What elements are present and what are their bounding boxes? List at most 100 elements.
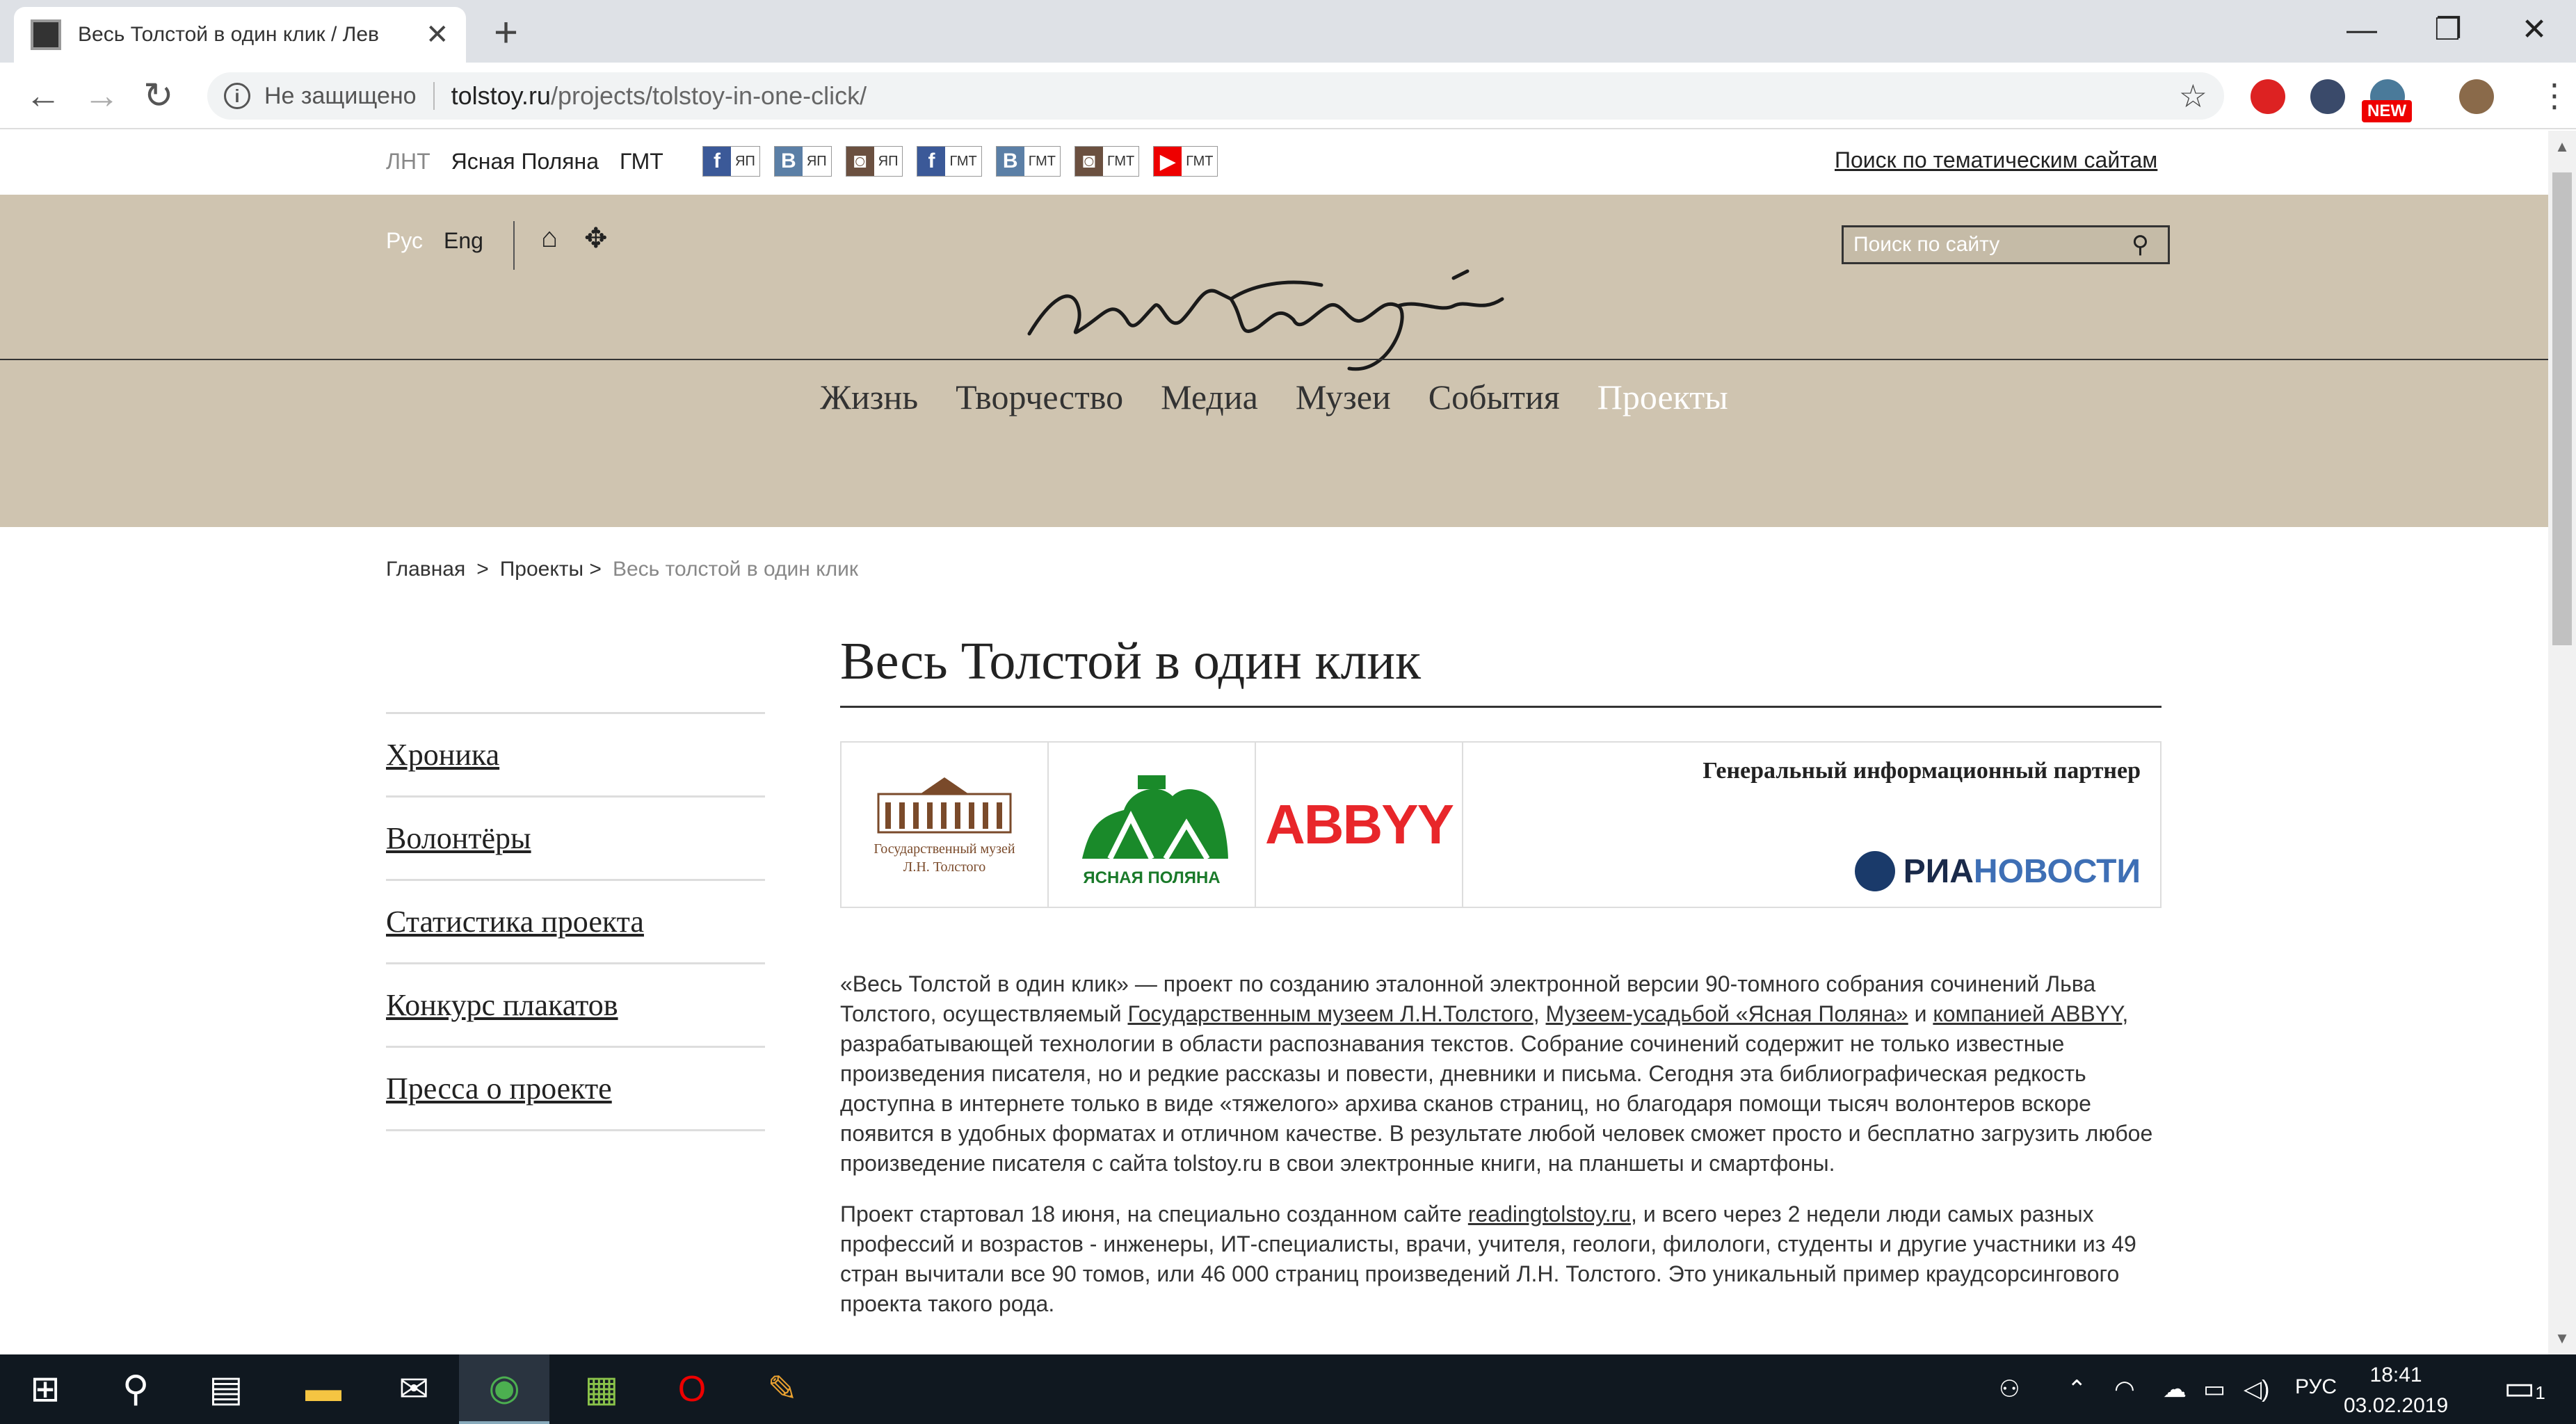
site-search-input[interactable] [1853,233,2132,257]
paragraph: Проект стартовал 18 июня, на специально … [840,1202,2136,1316]
link-abbyy[interactable]: компанией ABBYY [1933,1001,2122,1026]
lang-en[interactable]: Eng [444,228,483,254]
nav-events[interactable]: События [1428,377,1560,417]
windows-start-icon[interactable]: ⊞ [0,1354,90,1424]
nav-projects[interactable]: Проекты [1597,377,1728,417]
nav-museums[interactable]: Музеи [1296,377,1391,417]
url-bar[interactable]: i Не защищено tolstoy.ru /projects/tolst… [207,72,2224,120]
sidebar-item-press[interactable]: Пресса о проекте [386,1046,765,1129]
social-button[interactable]: f ЯП [702,146,760,177]
task-view-icon[interactable]: ▤ [181,1354,271,1424]
window-close-button[interactable]: ✕ [2499,6,2569,54]
page-scrollbar[interactable]: ▲ ▼ [2548,131,2576,1354]
social-button[interactable]: ◙ ЯП [845,146,903,177]
browser-tab[interactable]: Весь Толстой в один клик / Лев ✕ [14,7,466,63]
social-button[interactable]: B ГМТ [995,146,1061,177]
site-link-gmt[interactable]: ГМТ [620,149,663,175]
nav-life[interactable]: Жизнь [820,377,918,417]
site-link-yasnaya[interactable]: Ясная Поляна [451,149,599,175]
sidebar-menu: Хроника Волонтёры Статистика проекта Кон… [386,712,765,1131]
social-label: ГМТ [1024,147,1060,176]
social-label: ЯП [874,147,903,176]
social-button[interactable]: B ЯП [773,146,832,177]
tab-close-icon[interactable]: ✕ [426,19,449,51]
nav-works[interactable]: Творчество [956,377,1123,417]
opera-icon[interactable]: O [647,1354,737,1424]
back-icon[interactable]: ← [25,75,61,117]
breadcrumb-projects[interactable]: Проекты > [500,558,602,581]
minimize-button[interactable]: — [2327,6,2397,54]
social-button[interactable]: f ГМТ [917,146,982,177]
profile-avatar[interactable] [2459,79,2494,114]
social-label: ЯП [731,147,759,176]
abbyy-logo: ABBYY [1264,793,1454,855]
language-indicator[interactable]: РУС [2295,1375,2337,1399]
link-readingtolstoy[interactable]: readingtolstoy.ru [1468,1202,1631,1227]
sidebar-item-statistics[interactable]: Статистика проекта [386,879,765,962]
url-path: /projects/tolstoy-in-one-click/ [550,81,867,110]
general-partner-label: Генеральный информационный партнер [1702,758,2141,784]
security-label: Не защищено [264,82,417,109]
social-button[interactable]: ▶ ГМТ [1153,146,1218,177]
menu-icon[interactable]: ⋮ [2538,78,2570,113]
new-tab-button[interactable]: + [494,8,518,57]
theme-search-link[interactable]: Поиск по тематическим сайтам [1835,147,2157,173]
sitemap-icon[interactable]: ✥ [584,222,608,254]
info-icon[interactable]: i [224,83,250,109]
social-links: f ЯП B ЯП ◙ ЯП f ГМТ B ГМТ ◙ ГМТ ▶ ГМТ [702,146,1218,177]
home-icon[interactable]: ⌂ [541,222,558,254]
chrome-icon[interactable]: ◉ [459,1354,549,1424]
volume-icon[interactable]: ◁) [2244,1375,2269,1403]
sidebar-item-poster-contest[interactable]: Конкурс плакатов [386,962,765,1046]
site-links: ЛНТ Ясная Поляна ГМТ [386,149,663,175]
scroll-down-icon[interactable]: ▼ [2548,1329,2576,1348]
partner-abbyy[interactable]: ABBYY [1256,743,1463,907]
wifi-icon[interactable]: ◠ [2114,1375,2135,1403]
partner-yasnaya-polyana[interactable]: ЯСНАЯ ПОЛЯНА [1049,743,1256,907]
tolstoy-signature-logo[interactable] [1022,257,1523,375]
site-link-lnt[interactable]: ЛНТ [386,149,430,175]
people-icon[interactable]: ⚇ [1999,1375,2020,1403]
link-gmt[interactable]: Государственным музеем Л.Н.Толстого [1128,1001,1533,1026]
social-label: ГМТ [945,147,981,176]
extension-icon[interactable] [2251,79,2285,114]
sidebar-item-chronicle[interactable]: Хроника [386,712,765,795]
notepad-icon[interactable]: ▦ [556,1354,647,1424]
breadcrumb-home[interactable]: Главная [386,558,465,581]
file-explorer-icon[interactable]: ▬ [278,1354,369,1424]
forward-icon[interactable]: → [83,75,120,117]
main-nav: Жизнь Творчество Медиа Музеи События Про… [0,377,2548,417]
header-rule [0,359,2548,360]
scroll-up-icon[interactable]: ▲ [2548,138,2576,156]
globe-icon [1854,851,1895,891]
tab-title: Весь Толстой в один клик / Лев [78,23,379,46]
scroll-thumb[interactable] [2552,172,2572,645]
breadcrumb-current: Весь толстой в один клик [612,558,859,581]
notification-center-icon[interactable]: ▭1 [2504,1368,2545,1407]
link-yasnaya-polyana[interactable]: Музеем-усадьбой «Ясная Поляна» [1546,1001,1908,1026]
mail-icon[interactable]: ✉ [369,1354,459,1424]
nav-media[interactable]: Медиа [1161,377,1258,417]
battery-icon[interactable]: ▭ [2203,1375,2225,1403]
instagram-icon: ◙ [1074,147,1103,176]
vk-icon: B [774,147,803,176]
paint-icon[interactable]: ✎ [737,1354,828,1424]
bookmark-star-icon[interactable]: ☆ [2179,77,2207,115]
social-label: ЯП [802,147,831,176]
restore-button[interactable]: ❐ [2413,6,2483,54]
lang-ru[interactable]: Рус [386,228,423,254]
sidebar-item-volunteers[interactable]: Волонтёры [386,795,765,879]
cloud-icon[interactable]: ☁ [2163,1375,2187,1403]
reload-icon[interactable]: ↻ [143,75,174,117]
search-icon[interactable]: ⚲ [2132,231,2149,259]
search-icon[interactable]: ⚲ [90,1354,181,1424]
social-button[interactable]: ◙ ГМТ [1074,146,1140,177]
chevron-up-icon[interactable]: ⌃ [2067,1375,2087,1403]
facebook-icon: f [917,147,946,176]
top-links-strip: ЛНТ Ясная Поляна ГМТ f ЯП B ЯП ◙ ЯП f ГМТ B ГМТ ◙ Г… [0,131,2548,195]
clock[interactable]: 18:41 03.02.2019 [2344,1360,2448,1421]
extension-icon[interactable] [2310,79,2345,114]
partner-ria[interactable]: Генеральный информационный партнер РИА НО… [1463,743,2160,907]
partner-gmt[interactable]: Государственный музей Л.Н. Толстого [842,743,1049,907]
article-body: «Весь Толстой в один клик» — проект по с… [840,969,2162,1319]
